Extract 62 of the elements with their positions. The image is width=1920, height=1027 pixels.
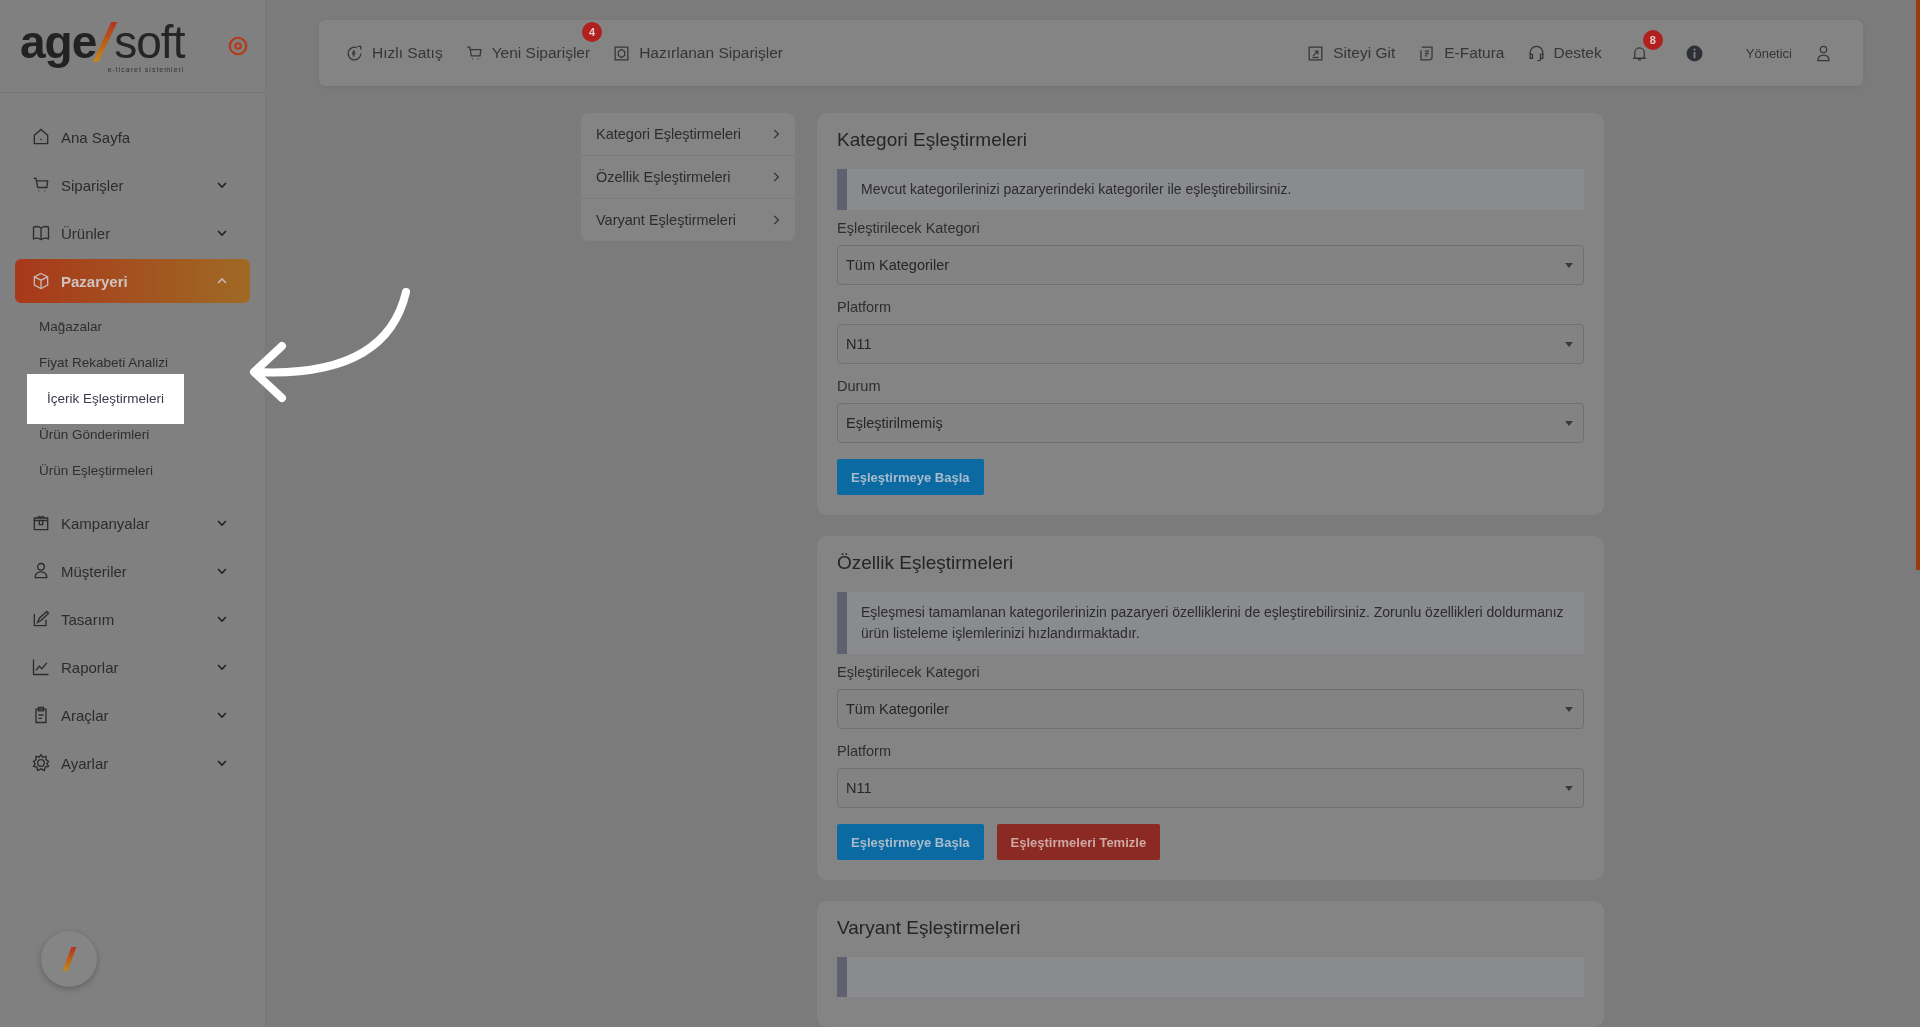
field-label: Platform [837,743,892,759]
action-button[interactable]: Eşleştirmeleri Temizle [996,824,1161,860]
sidebar-icon [31,513,51,533]
field-label: Eşleştirilecek Kategori [837,220,981,236]
sidebar-item[interactable]: Ana Sayfa [15,115,250,159]
section-menu-item[interactable]: Kategori Eşleştirmeleri [581,113,795,156]
select-field[interactable]: Tüm Kategoriler [837,245,1584,285]
caret-icon [1565,785,1573,791]
caret-icon [1565,706,1573,712]
sidebar-icon [31,175,51,195]
info-icon[interactable] [1684,43,1704,63]
sidebar-icon [31,223,51,243]
info-note: Eşleşmesi tamamlanan kategorilerinizin pazaryeri özelliklerini de eşleştirebilirsiniz. Zorunlu özellikleri doldurmanız ürün listeleme işlemlerinizi hızlandırmaktadır. [837,592,1584,654]
sidebar-icon [31,271,51,291]
sidebar-item[interactable]: Tasarım [15,597,250,641]
sidebar-item[interactable]: Siparişler [15,163,250,207]
card-title: Varyant Eşleştirmeleri [837,917,1022,939]
count-badge: 8 [1642,29,1663,50]
field-label: Platform [837,299,892,315]
action-button[interactable]: Eşleştirmeye Başla [837,459,984,495]
sidebar-icon [31,753,51,773]
sidebar-item[interactable]: Araçlar [15,693,250,737]
field-label: Durum [837,378,882,394]
top-link[interactable]: Destek [1553,44,1602,62]
caret-icon [1565,262,1573,268]
scrollbar-thumb[interactable] [1916,0,1920,570]
sidebar-item[interactable]: Ayarlar [15,741,250,785]
caret-icon [1565,420,1573,426]
section-menu-item[interactable]: Özellik Eşleştirmeleri [581,156,795,199]
top-link[interactable]: Yeni Siparişler [491,44,591,62]
count-badge: 4 [582,21,603,42]
sidebar-item[interactable]: Müşteriler [15,549,250,593]
select-field[interactable]: Eşleştirilmemiş [837,403,1584,443]
sidebar-item[interactable]: Pazaryeri [15,259,250,303]
user-icon[interactable] [1814,43,1833,63]
select-field[interactable]: N11 [837,768,1584,808]
action-button[interactable]: Eşleştirmeye Başla [837,824,984,860]
card-title: Özellik Eşleştirmeleri [837,552,1015,574]
field-label: Eşleştirilecek Kategori [837,664,981,680]
sidebar-item[interactable]: Kampanyalar [15,501,250,545]
top-link[interactable]: E-Fatura [1444,44,1505,62]
top-link[interactable]: Hızlı Satış [372,44,443,62]
submenu-item[interactable]: İçerik Eşleştirmeleri [27,374,185,424]
select-field[interactable]: Tüm Kategoriler [837,689,1584,729]
select-field[interactable]: N11 [837,324,1584,364]
sidebar-icon [31,657,51,677]
top-link[interactable]: Hazırlanan Siparişler [639,44,784,62]
submenu-item[interactable]: Mağazalar [15,317,103,337]
submenu-item[interactable]: Fiyat Rekabeti Analizi [15,353,169,373]
sidebar-icon [31,609,51,629]
sidebar-icon [31,127,51,147]
submenu-item[interactable]: Ürün Eşleştirmeleri [15,461,154,481]
submenu-item[interactable]: Ürün Gönderimleri [15,425,150,445]
top-link[interactable]: Siteyi Git [1333,44,1396,62]
sidebar-item[interactable]: Raporlar [15,645,250,689]
top-link-icon [345,43,364,63]
section-menu-item[interactable]: Varyant Eşleştirmeleri [581,199,795,241]
caret-icon [1565,341,1573,347]
info-note: Mevcut kategorilerinizi pazaryerindeki kategoriler ile eşleştirebilirsiniz. [837,169,1584,210]
sidebar-item[interactable]: Ürünler [15,211,250,255]
card-title: Kategori Eşleştirmeleri [837,129,1029,151]
user-name[interactable]: Yönetici [1745,45,1792,61]
